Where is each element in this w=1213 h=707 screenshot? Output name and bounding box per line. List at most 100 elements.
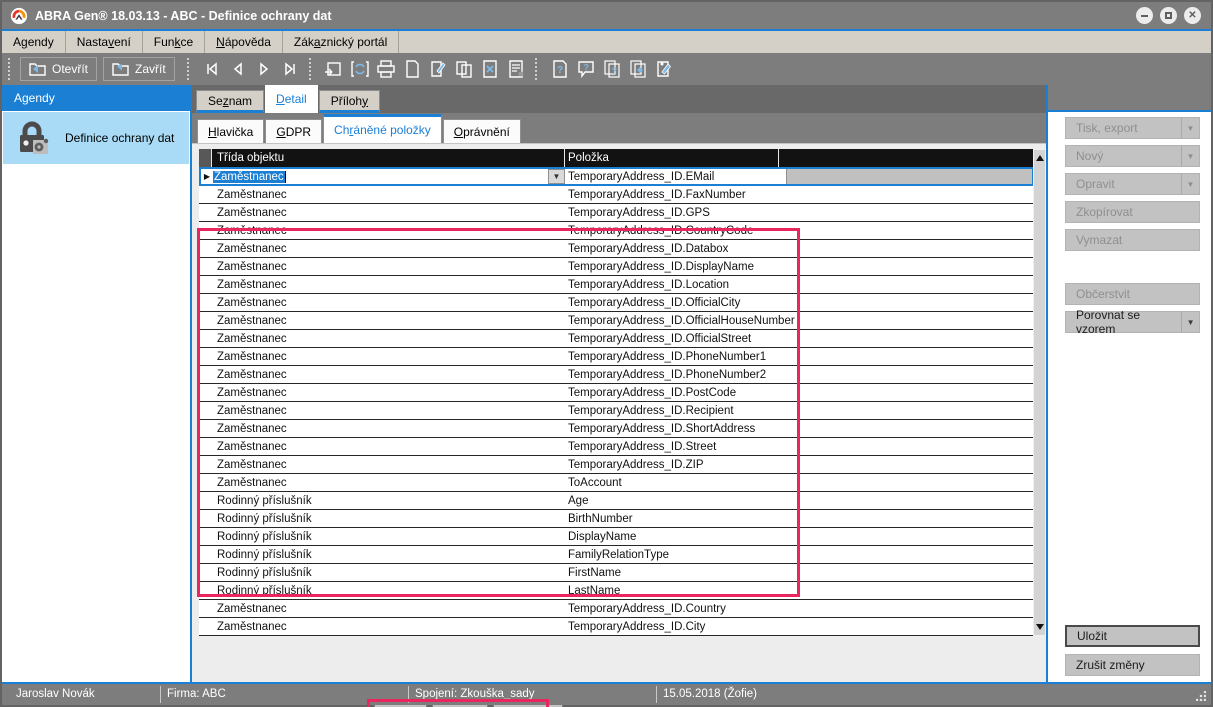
row-marker-cell: [199, 402, 212, 419]
edit-note-button[interactable]: [651, 56, 677, 82]
vertical-scrollbar[interactable]: [1033, 149, 1046, 636]
help-bubble-button[interactable]: ?: [573, 56, 599, 82]
document-x-button[interactable]: [477, 56, 503, 82]
tab-seznam[interactable]: Seznam: [196, 90, 264, 113]
open-button[interactable]: Otevřít: [20, 57, 97, 81]
trida-objektu-cell: Zaměstnanec: [212, 279, 565, 291]
resize-grip[interactable]: [1196, 691, 1206, 701]
column-header-empty: [779, 149, 1034, 167]
tab-hlavicka[interactable]: Hlavička: [197, 119, 264, 143]
table-row[interactable]: Zaměstnanec TemporaryAddress_ID.Official…: [199, 312, 1034, 330]
table-row[interactable]: Rodinný příslušník FirstName: [199, 564, 1034, 582]
table-row[interactable]: Rodinný příslušník LastName: [199, 582, 1034, 600]
menu-funkce[interactable]: Funkce: [143, 31, 205, 53]
document-list-button[interactable]: [503, 56, 529, 82]
menu-zakaznicky-portal[interactable]: Zákaznický portál: [283, 31, 399, 53]
table-row[interactable]: Zaměstnanec TemporaryAddress_ID.Official…: [199, 330, 1034, 348]
table-row[interactable]: Zaměstnanec TemporaryAddress_ID.Databox: [199, 240, 1034, 258]
scrollbar-up-icon[interactable]: [1036, 155, 1044, 161]
table-row[interactable]: Zaměstnanec TemporaryAddress_ID.GPS: [199, 204, 1034, 222]
table-row-selected[interactable]: ▶ Zaměstnanec ▼ TemporaryAddress_ID.EMai…: [199, 167, 1034, 186]
toolbar-grip[interactable]: [535, 58, 542, 80]
table-row[interactable]: Rodinný příslušník DisplayName: [199, 528, 1034, 546]
print-button[interactable]: [373, 56, 399, 82]
scrollbar-down-icon[interactable]: [1036, 624, 1044, 630]
table-row[interactable]: Zaměstnanec TemporaryAddress_ID.FaxNumbe…: [199, 186, 1034, 204]
tab-detail[interactable]: Detail: [265, 85, 318, 113]
table-row[interactable]: Rodinný příslušník Age: [199, 492, 1034, 510]
last-record-button[interactable]: [277, 56, 303, 82]
table-row[interactable]: Zaměstnanec TemporaryAddress_ID.PhoneNum…: [199, 366, 1034, 384]
table-row[interactable]: Zaměstnanec TemporaryAddress_ID.Official…: [199, 294, 1034, 312]
prior-record-button[interactable]: [225, 56, 251, 82]
label: znický portál: [321, 35, 388, 49]
edit-document-button[interactable]: [425, 56, 451, 82]
porovnat-se-vzorem-button[interactable]: Porovnat se vzorem▼: [1065, 311, 1200, 333]
toolbar-grip[interactable]: [309, 58, 316, 80]
column-header-polozka[interactable]: Položka: [565, 149, 779, 167]
trida-objektu-combobox[interactable]: Zaměstnanec ▼: [213, 169, 565, 184]
chevron-down-icon[interactable]: ▼: [548, 169, 565, 184]
tab-gdpr[interactable]: GDPR: [265, 119, 322, 143]
tab-opravneni[interactable]: Oprávnění: [443, 119, 521, 143]
toolbar-grip[interactable]: [8, 58, 15, 80]
table-row[interactable]: Zaměstnanec TemporaryAddress_ID.City: [199, 618, 1034, 636]
table-row[interactable]: Zaměstnanec TemporaryAddress_ID.DisplayN…: [199, 258, 1034, 276]
label: ce: [180, 35, 193, 49]
chevron-down-icon[interactable]: ▼: [1182, 124, 1199, 133]
polozka-edit-field[interactable]: TemporaryAddress_ID.EMail: [565, 169, 787, 184]
ulozit-button[interactable]: Uložit: [1065, 625, 1200, 647]
polozka-cell: TemporaryAddress_ID.City: [565, 621, 1034, 633]
table-row[interactable]: Zaměstnanec TemporaryAddress_ID.CountryC…: [199, 222, 1034, 240]
opravit-button[interactable]: Opravit▼: [1065, 173, 1200, 195]
vymazat-panel-button[interactable]: Vymazat: [1065, 229, 1200, 251]
table-row[interactable]: Zaměstnanec TemporaryAddress_ID.Location: [199, 276, 1034, 294]
table-row[interactable]: Zaměstnanec TemporaryAddress_ID.ShortAdd…: [199, 420, 1034, 438]
table-row[interactable]: Zaměstnanec TemporaryAddress_ID.Recipien…: [199, 402, 1034, 420]
menu-napoveda[interactable]: Nápověda: [205, 31, 283, 53]
chevron-down-icon[interactable]: ▼: [1182, 180, 1199, 189]
column-header-trida-objektu[interactable]: Třída objektu: [212, 149, 565, 167]
table-row[interactable]: Zaměstnanec TemporaryAddress_ID.Street: [199, 438, 1034, 456]
trida-objektu-cell: Zaměstnanec: [212, 603, 565, 615]
row-marker-cell: [199, 240, 212, 257]
table-row[interactable]: Zaměstnanec TemporaryAddress_ID.PhoneNum…: [199, 348, 1034, 366]
blank-document-button[interactable]: [399, 56, 425, 82]
table-row[interactable]: Zaměstnanec TemporaryAddress_ID.PostCode: [199, 384, 1034, 402]
zkopirovat-button[interactable]: Zkopírovat: [1065, 201, 1200, 223]
novy-button[interactable]: Nový▼: [1065, 145, 1200, 167]
close-button-toolbar[interactable]: Zavřít: [103, 57, 175, 81]
chevron-down-icon[interactable]: ▼: [1182, 152, 1199, 161]
tab-chranene-polozky[interactable]: Chráněné položky: [323, 114, 442, 143]
tisk-export-button[interactable]: Tisk, export▼: [1065, 117, 1200, 139]
chevron-down-icon[interactable]: ▼: [1182, 318, 1199, 327]
table-row[interactable]: Zaměstnanec TemporaryAddress_ID.Country: [199, 600, 1034, 618]
minimize-button[interactable]: [1136, 7, 1153, 24]
refresh-button[interactable]: [347, 56, 373, 82]
tab-prilohy[interactable]: Přílohy: [319, 90, 380, 113]
copy-document-button[interactable]: [451, 56, 477, 82]
polozka-cell: Age: [565, 495, 1034, 507]
row-marker-cell: [199, 312, 212, 329]
table-row[interactable]: Rodinný příslušník BirthNumber: [199, 510, 1034, 528]
help-pages-button[interactable]: ?: [599, 56, 625, 82]
trida-objektu-cell: Zaměstnanec: [212, 333, 565, 345]
sidebar-item-definice-ochrany-dat[interactable]: Definice ochrany dat: [3, 112, 189, 164]
menu-agendy[interactable]: Agendy: [2, 31, 66, 53]
pages-diamond-button[interactable]: [625, 56, 651, 82]
table-row[interactable]: Zaměstnanec ToAccount: [199, 474, 1034, 492]
menu-nastaveni[interactable]: Nastavení: [66, 31, 143, 53]
help-document-button[interactable]: ?: [547, 56, 573, 82]
close-button[interactable]: ✕: [1184, 7, 1201, 24]
table-row[interactable]: Rodinný příslušník FamilyRelationType: [199, 546, 1034, 564]
obcerstvit-button[interactable]: Občerstvit: [1065, 283, 1200, 305]
row-marker-cell: [199, 438, 212, 455]
table-row[interactable]: Zaměstnanec TemporaryAddress_ID.ZIP: [199, 456, 1034, 474]
next-record-button[interactable]: [251, 56, 277, 82]
arrange-window-button[interactable]: [321, 56, 347, 82]
toolbar-grip[interactable]: [187, 58, 194, 80]
maximize-button[interactable]: [1160, 7, 1177, 24]
row-marker-cell: [199, 222, 212, 239]
first-record-button[interactable]: [199, 56, 225, 82]
zrusit-zmeny-button[interactable]: Zrušit změny: [1065, 654, 1200, 676]
